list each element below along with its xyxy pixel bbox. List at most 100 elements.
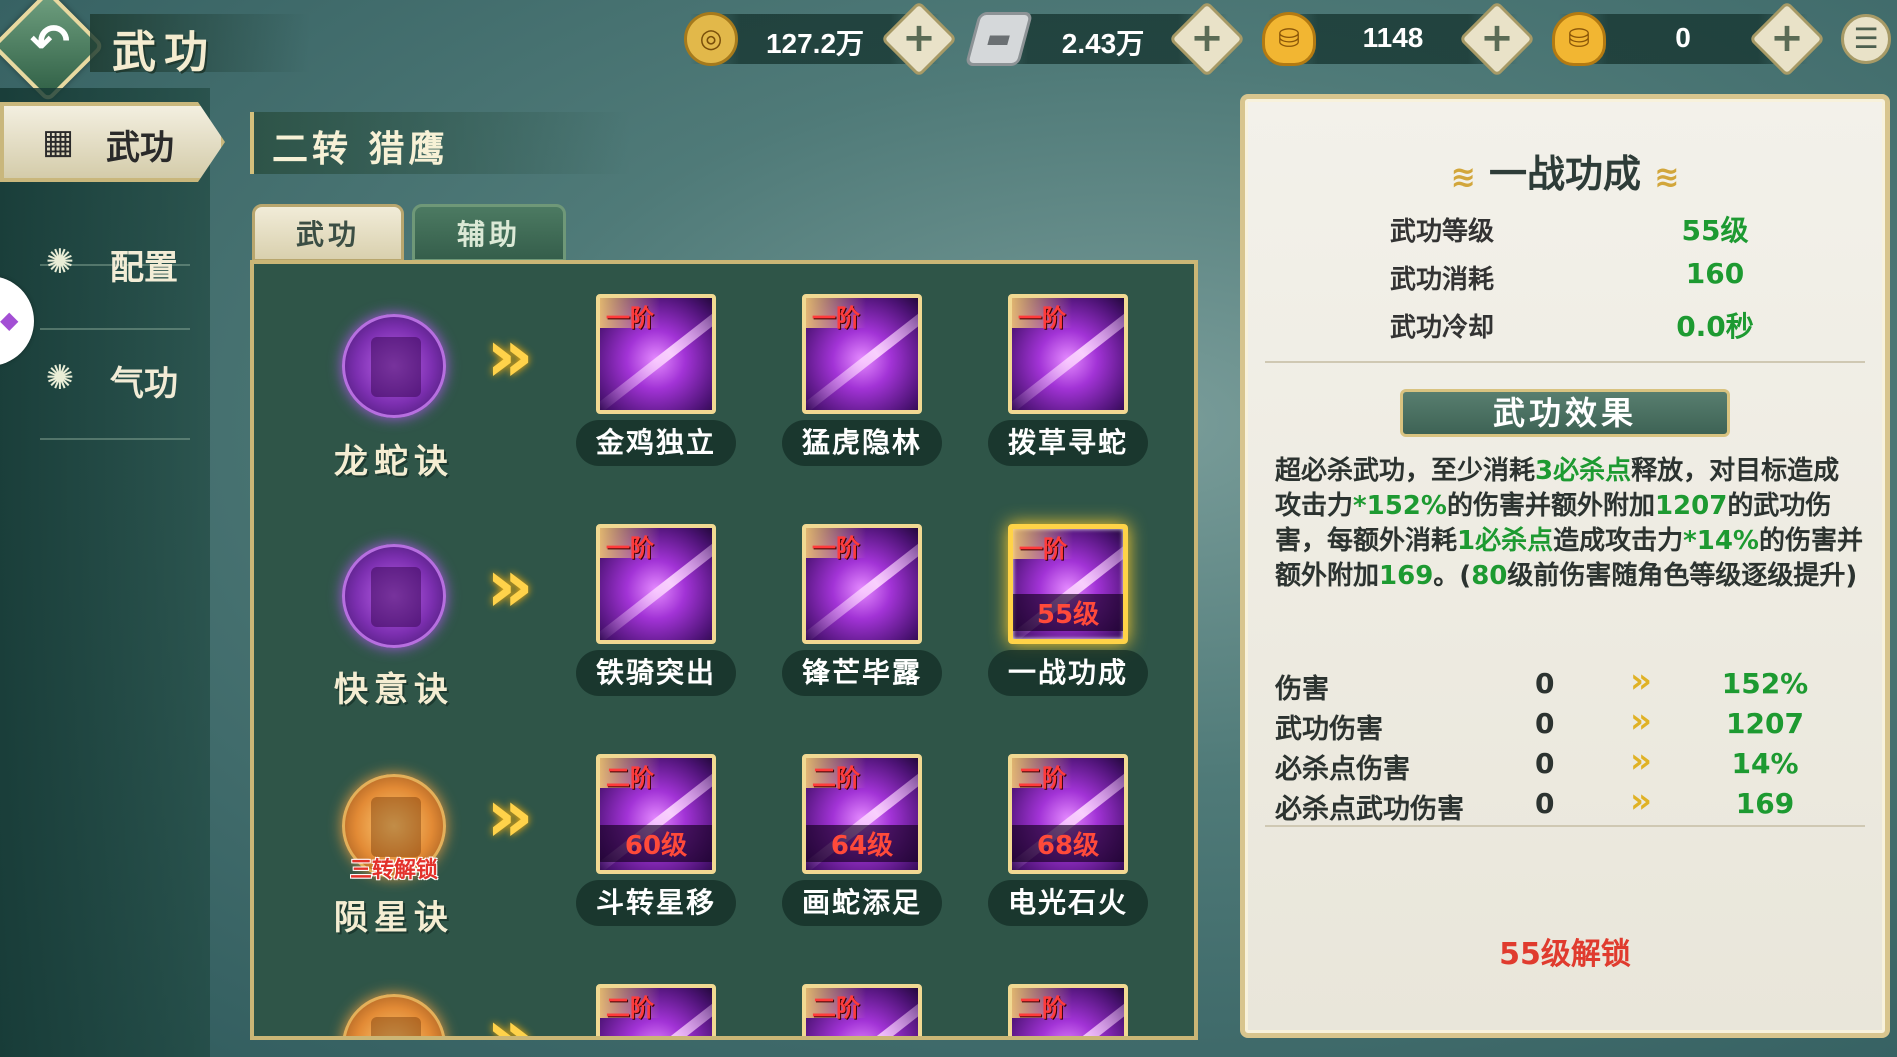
- skill-card[interactable]: 一阶: [596, 294, 716, 414]
- effect-highlight: *14%: [1683, 526, 1759, 556]
- plus-icon: +: [1190, 15, 1224, 61]
- row-label: 陨星诀: [334, 898, 454, 938]
- skill-card[interactable]: 二阶: [1008, 984, 1128, 1036]
- stat-value: 55级: [1681, 214, 1749, 247]
- tier-badge: 二阶: [600, 758, 660, 792]
- compare-label: 伤害: [1275, 674, 1329, 705]
- skill-detail-panel: ≋ 一战功成 ≋ 武功等级 55级 武功消耗 160 武功冷却 0.0秒 武功效…: [1240, 94, 1890, 1038]
- effect-highlight: 1207: [1654, 491, 1728, 521]
- nav-divider: [40, 438, 190, 440]
- level-requirement: 64级: [806, 825, 918, 862]
- level-requirement: 60级: [600, 825, 712, 862]
- double-chevron-right-icon: »: [1630, 701, 1652, 741]
- skill-name: 斗转星移: [576, 880, 736, 926]
- effect-text: 。(: [1433, 561, 1472, 591]
- plus-icon: +: [1770, 15, 1804, 61]
- compare-label: 必杀点伤害: [1275, 754, 1410, 785]
- cloud-swirl-icon: ≋: [1654, 160, 1680, 195]
- skill-card[interactable]: 二阶 68级: [1008, 754, 1128, 874]
- tier-badge: 一阶: [1013, 529, 1073, 563]
- notification-icon: ◆: [0, 306, 19, 334]
- double-chevron-right-icon: »: [1630, 741, 1652, 781]
- double-chevron-right-icon: »: [1630, 661, 1652, 701]
- add-gold-locked-button[interactable]: +: [1458, 0, 1536, 78]
- add-silver-button[interactable]: +: [1168, 0, 1246, 78]
- skill-card[interactable]: 二阶 60级: [596, 754, 716, 874]
- skill-book-icon[interactable]: [342, 314, 446, 418]
- skill-card[interactable]: 二阶: [596, 984, 716, 1036]
- stat-label: 武功消耗: [1390, 265, 1495, 295]
- skill-title-text: 一战功成: [1488, 152, 1641, 196]
- compare-new: 152%: [1721, 667, 1809, 700]
- currency-gold-locked: ⛁ 1148 +: [1262, 0, 1536, 78]
- double-chevron-right-icon: »: [486, 543, 534, 629]
- tier-badge: 二阶: [806, 758, 866, 792]
- swirl-icon: ✺: [45, 242, 75, 282]
- sidebar-item-label: 配置: [110, 248, 178, 288]
- skill-name: 猛虎隐林: [782, 420, 942, 466]
- compare-old: 0: [1535, 707, 1555, 740]
- locked-skill-book-icon[interactable]: [342, 994, 446, 1036]
- tier-badge: 二阶: [806, 988, 866, 1022]
- coin-icon: ◎: [684, 12, 738, 66]
- list-menu-icon[interactable]: ☰: [1841, 14, 1891, 64]
- skill-card[interactable]: 一阶: [1008, 294, 1128, 414]
- skill-book-icon[interactable]: [342, 544, 446, 648]
- compare-new: 1207: [1726, 707, 1804, 740]
- skill-name: 锋芒毕露: [782, 650, 942, 696]
- sidebar-item-wugong[interactable]: ▦ 武功: [0, 102, 225, 182]
- tier-badge: 二阶: [600, 988, 660, 1022]
- unlock-level-note: 55级解锁: [1499, 937, 1631, 972]
- skill-card[interactable]: 二阶 64级: [802, 754, 922, 874]
- add-gold-button[interactable]: +: [1748, 0, 1826, 78]
- stat-label: 武功冷却: [1390, 313, 1495, 343]
- row-label: 快意诀: [334, 670, 454, 710]
- cards-icon: ▦: [41, 122, 75, 162]
- skill-name: 电光石火: [988, 880, 1148, 926]
- book-glyph: [371, 567, 421, 627]
- currency-value: 127.2万: [765, 28, 865, 59]
- compare-label: 武功伤害: [1275, 714, 1383, 745]
- tier-badge: 一阶: [806, 528, 866, 562]
- tier-badge: 二阶: [1012, 758, 1072, 792]
- row-label: 龙蛇诀: [334, 442, 454, 482]
- currency-value: 2.43万: [1061, 28, 1145, 59]
- effect-highlight: 1必杀点: [1457, 526, 1554, 556]
- effect-text: 的伤害并额外附加: [1446, 491, 1655, 521]
- sidebar-item-qigong[interactable]: ✺ 气功: [0, 336, 210, 426]
- double-chevron-right-icon: »: [486, 313, 534, 399]
- unlock-requirement: 三转解锁: [349, 858, 438, 883]
- nav-divider: [40, 328, 190, 330]
- currency-value: 0: [1675, 22, 1691, 53]
- cloud-swirl-icon: ≋: [1450, 160, 1476, 195]
- skill-tree-panel: 龙蛇诀 » 一阶 金鸡独立 一阶 猛虎隐林 一阶 拨草寻蛇 快意诀 » 一阶 铁…: [250, 260, 1198, 1040]
- sidebar-item-label: 气功: [110, 364, 178, 404]
- add-copper-button[interactable]: +: [880, 0, 958, 78]
- tier-badge: 一阶: [1012, 298, 1072, 332]
- currency-gold: ⛁ 0 +: [1552, 0, 1826, 78]
- swirl-icon: ✺: [45, 358, 75, 398]
- sidebar-item-peizhi[interactable]: ✺ 配置: [0, 218, 210, 308]
- skill-card[interactable]: 一阶: [802, 524, 922, 644]
- compare-old: 0: [1535, 667, 1555, 700]
- book-glyph: [371, 337, 421, 397]
- skill-card[interactable]: 二阶: [802, 984, 922, 1036]
- skill-card[interactable]: 一阶: [596, 524, 716, 644]
- tab-wugong[interactable]: 武功: [252, 204, 404, 262]
- skill-card-selected[interactable]: 一阶 55级: [1008, 524, 1128, 644]
- effect-highlight: 169: [1379, 561, 1434, 591]
- effect-text: 超必杀武功，至少消耗: [1275, 456, 1536, 486]
- compare-new: 14%: [1731, 747, 1799, 780]
- back-arrow-icon[interactable]: ↶: [22, 14, 78, 70]
- skill-card[interactable]: 一阶: [802, 294, 922, 414]
- tier-badge: 二阶: [1012, 988, 1072, 1022]
- effect-description: 超必杀武功，至少消耗3必杀点释放，对目标造成攻击力*152%的伤害并额外附加12…: [1275, 454, 1865, 594]
- compare-old: 0: [1535, 787, 1555, 820]
- stat-value: 0.0秒: [1676, 310, 1754, 343]
- class-header: 二转 猎鹰: [250, 112, 630, 174]
- tab-fuzhu[interactable]: 辅助: [412, 204, 566, 262]
- skill-name: 画蛇添足: [782, 880, 942, 926]
- compare-label: 必杀点武功伤害: [1275, 794, 1464, 825]
- skill-title: ≋ 一战功成 ≋: [1245, 143, 1885, 198]
- skill-name: 金鸡独立: [576, 420, 736, 466]
